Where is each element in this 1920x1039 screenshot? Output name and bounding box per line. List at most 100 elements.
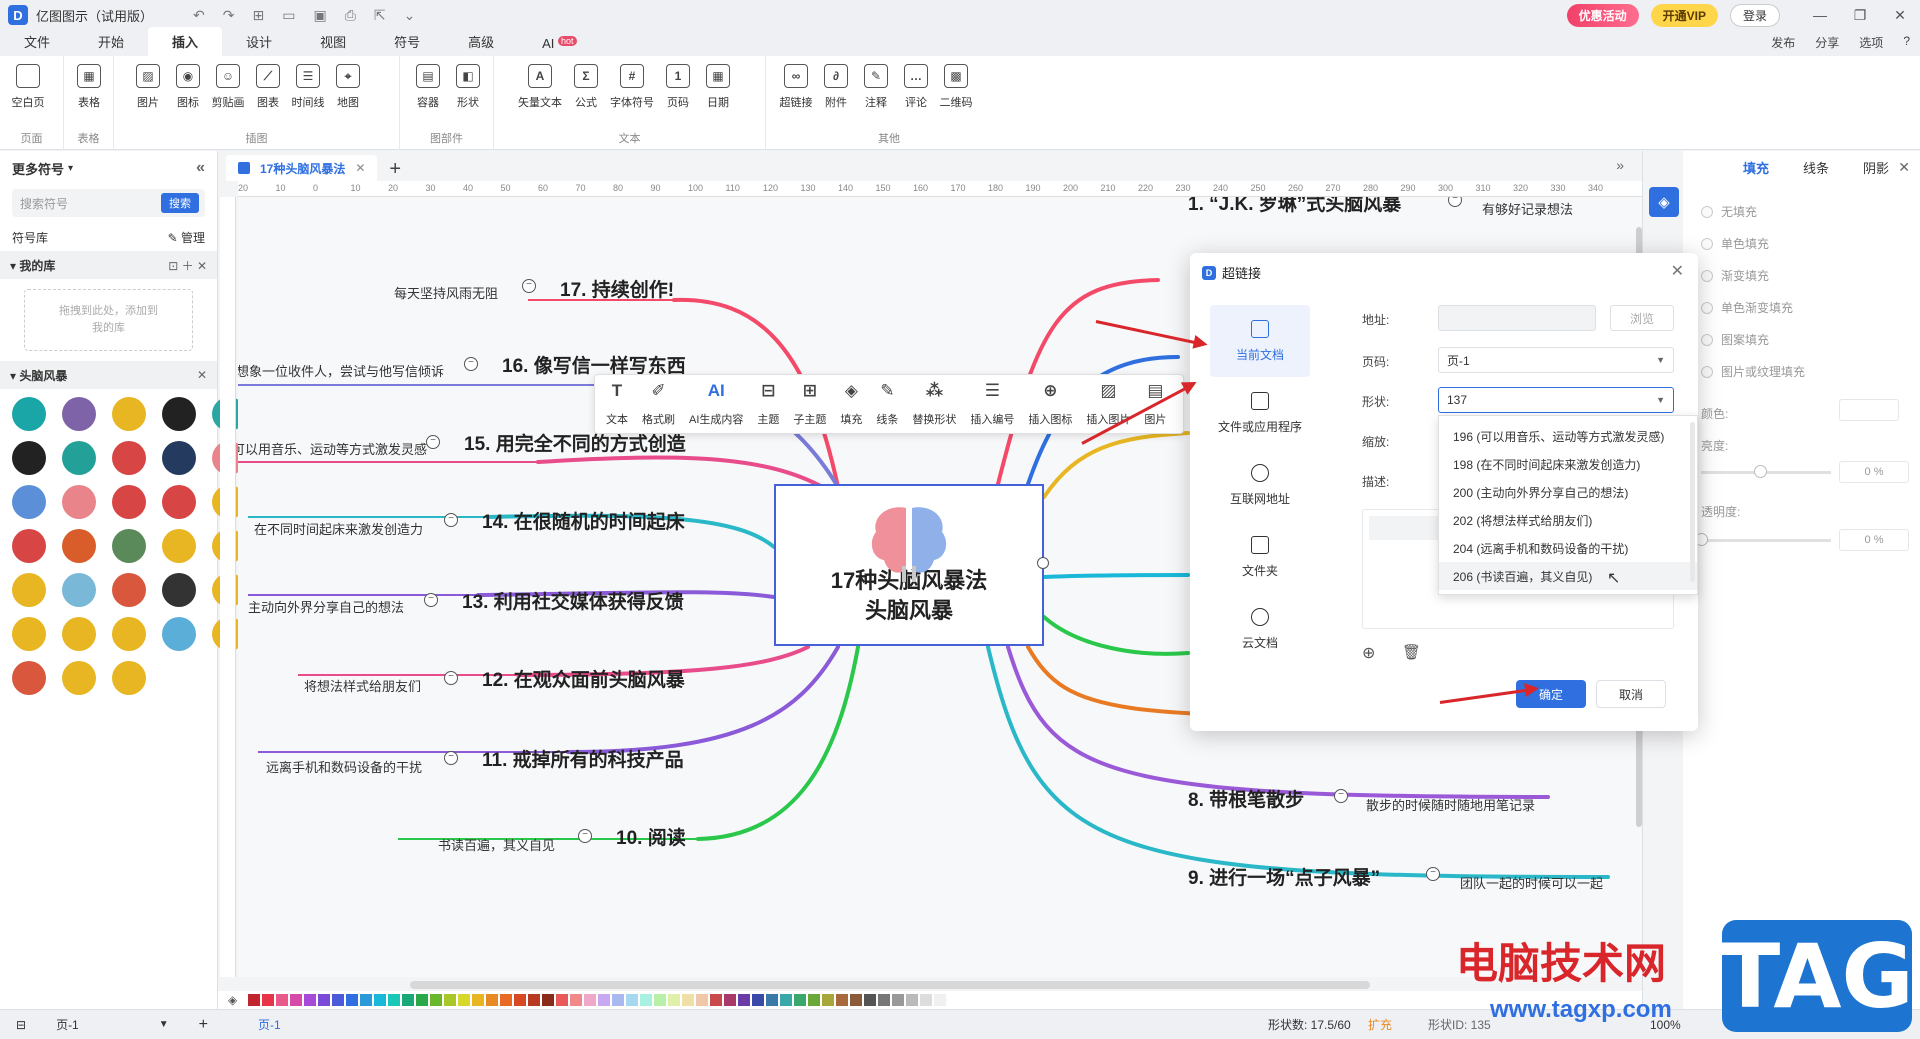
tab-fill[interactable]: 填充	[1743, 158, 1769, 177]
collapse-15-icon[interactable]: −	[426, 435, 440, 449]
color-swatch[interactable]	[640, 994, 652, 1006]
dialog-close-icon[interactable]: ✕	[1671, 261, 1684, 281]
brainstorm-symbol-icon[interactable]	[112, 397, 146, 431]
color-swatch[interactable]	[500, 994, 512, 1006]
brainstorm-symbol-icon[interactable]	[62, 573, 96, 607]
shape-select[interactable]: 137 ▼	[1438, 387, 1674, 413]
annotation-button[interactable]: ✎ 注释	[856, 64, 896, 110]
page-select[interactable]: 页-1 ▼	[1438, 347, 1674, 373]
brainstorm-symbol-icon[interactable]	[12, 529, 46, 563]
brainstorm-symbol-icon[interactable]	[162, 529, 196, 563]
brainstorm-symbol-icon[interactable]	[112, 617, 146, 651]
ft-insert-icon-button[interactable]: ⊕ 插入图标	[1021, 381, 1079, 427]
close-tab-icon[interactable]: ✕	[355, 161, 365, 175]
collapse-panel-icon[interactable]: «	[196, 159, 205, 177]
ft-replace-shape-button[interactable]: ⁂ 替换形状	[905, 381, 963, 427]
color-swatch[interactable]	[542, 994, 554, 1006]
color-swatch[interactable]	[416, 994, 428, 1006]
hyperlink-button[interactable]: ∞ 超链接	[776, 64, 816, 110]
dropdown-option[interactable]: 198 (在不同时间起床来激发创造力)	[1439, 450, 1697, 478]
transparency-input[interactable]: 0 %	[1839, 529, 1909, 551]
minimize-icon[interactable]: —	[1800, 7, 1840, 23]
page-select[interactable]: 页-1	[56, 1016, 79, 1033]
symbol-search-input[interactable]: 搜索符号 搜索	[12, 189, 205, 217]
expand-right-panel-icon[interactable]: »	[1616, 157, 1624, 173]
drop-zone[interactable]: 拖拽到此处，添加到我的库	[24, 289, 193, 351]
color-swatch[interactable]	[444, 994, 456, 1006]
add-link-icon[interactable]: ⊕	[1362, 643, 1375, 663]
brainstorm-symbol-icon[interactable]	[62, 397, 96, 431]
color-swatch[interactable]	[346, 994, 358, 1006]
close-library-icon[interactable]: ✕	[197, 368, 207, 382]
ft-text-button[interactable]: T 文本	[599, 381, 635, 427]
redo-icon[interactable]: ↷	[223, 7, 235, 24]
fill-option-none[interactable]: 无填充	[1701, 203, 1757, 220]
fill-option-single-gradient[interactable]: 单色渐变填充	[1701, 299, 1793, 316]
tab-design[interactable]: 设计	[222, 27, 296, 56]
connection-handle[interactable]	[1037, 557, 1049, 569]
my-library-actions[interactable]: ⊡ ＋ ✕	[168, 257, 207, 274]
ft-ai-button[interactable]: AI AI生成内容	[682, 381, 750, 427]
color-swatch[interactable]	[654, 994, 666, 1006]
tab-insert[interactable]: 插入	[148, 27, 223, 56]
vip-button[interactable]: 开通VIP	[1650, 3, 1718, 27]
brainstorm-section[interactable]: ▾ 头脑风暴 ✕	[0, 361, 217, 389]
collapse-14-icon[interactable]: −	[444, 513, 458, 527]
shape-button[interactable]: ◧ 形状	[448, 64, 488, 110]
formula-button[interactable]: Σ 公式	[566, 64, 606, 110]
map-button[interactable]: ⌖ 地图	[328, 64, 368, 110]
color-swatch[interactable]	[850, 994, 862, 1006]
tab-advanced[interactable]: 高级	[444, 27, 518, 56]
qrcode-button[interactable]: ▩ 二维码	[936, 64, 976, 110]
fill-bucket-icon[interactable]: ◈	[228, 993, 237, 1007]
tab-line[interactable]: 线条	[1803, 158, 1829, 177]
color-swatch[interactable]	[248, 994, 260, 1006]
color-swatch[interactable]	[780, 994, 792, 1006]
brainstorm-symbol-icon[interactable]	[162, 397, 196, 431]
color-swatch[interactable]	[570, 994, 582, 1006]
brainstorm-symbol-icon[interactable]	[112, 441, 146, 475]
color-swatch[interactable]	[892, 994, 904, 1006]
fill-option-solid[interactable]: 单色填充	[1701, 235, 1769, 252]
search-button[interactable]: 搜索	[161, 193, 199, 213]
brainstorm-symbol-icon[interactable]	[12, 441, 46, 475]
color-swatch[interactable]	[668, 994, 680, 1006]
horizontal-scrollbar[interactable]	[410, 981, 1370, 989]
node-17[interactable]: 17. 持续创作!	[560, 275, 674, 302]
tab-symbol[interactable]: 符号	[370, 27, 444, 56]
leaf-14[interactable]: 在不同时间起床来激发创造力	[254, 519, 423, 538]
page-tab[interactable]: 页-1	[258, 1016, 281, 1033]
promo-button[interactable]: 优惠活动	[1566, 3, 1639, 27]
color-swatch[interactable]	[276, 994, 288, 1006]
color-swatch[interactable]	[738, 994, 750, 1006]
color-swatch[interactable]	[808, 994, 820, 1006]
fill-option-texture[interactable]: 图片或纹理填充	[1701, 363, 1805, 380]
color-swatch[interactable]	[864, 994, 876, 1006]
fill-option-gradient[interactable]: 渐变填充	[1701, 267, 1769, 284]
color-swatch[interactable]	[878, 994, 890, 1006]
ft-insert-number-button[interactable]: ☰ 插入编号	[963, 381, 1021, 427]
node-11[interactable]: 11. 戒掉所有的科技产品	[482, 745, 684, 772]
brainstorm-symbol-icon[interactable]	[12, 397, 46, 431]
brainstorm-symbol-icon[interactable]	[162, 617, 196, 651]
nav-folder[interactable]: 文件夹	[1210, 521, 1310, 593]
help-icon[interactable]: ?	[1903, 34, 1910, 51]
color-swatch[interactable]	[472, 994, 484, 1006]
color-swatch[interactable]	[430, 994, 442, 1006]
close-icon[interactable]: ✕	[1880, 7, 1920, 24]
tab-view[interactable]: 视图	[296, 27, 370, 56]
nav-current-document[interactable]: 当前文档	[1210, 305, 1310, 377]
fill-option-pattern[interactable]: 图案填充	[1701, 331, 1769, 348]
node-9[interactable]: 9. 进行一场“点子风暴”	[1188, 863, 1380, 890]
container-button[interactable]: ▤ 容器	[408, 64, 448, 110]
color-swatch[interactable]	[682, 994, 694, 1006]
color-swatch[interactable]	[710, 994, 722, 1006]
collapse-13-icon[interactable]: −	[424, 593, 438, 607]
print-icon[interactable]: ⎙	[345, 7, 356, 24]
color-swatch[interactable]	[304, 994, 316, 1006]
collapse-8-icon[interactable]: −	[1334, 789, 1348, 803]
dropdown-scrollbar[interactable]	[1690, 422, 1695, 582]
brainstorm-symbol-icon[interactable]	[112, 529, 146, 563]
ft-topic-button[interactable]: ⊟ 主题	[750, 381, 786, 427]
color-swatch[interactable]	[318, 994, 330, 1006]
